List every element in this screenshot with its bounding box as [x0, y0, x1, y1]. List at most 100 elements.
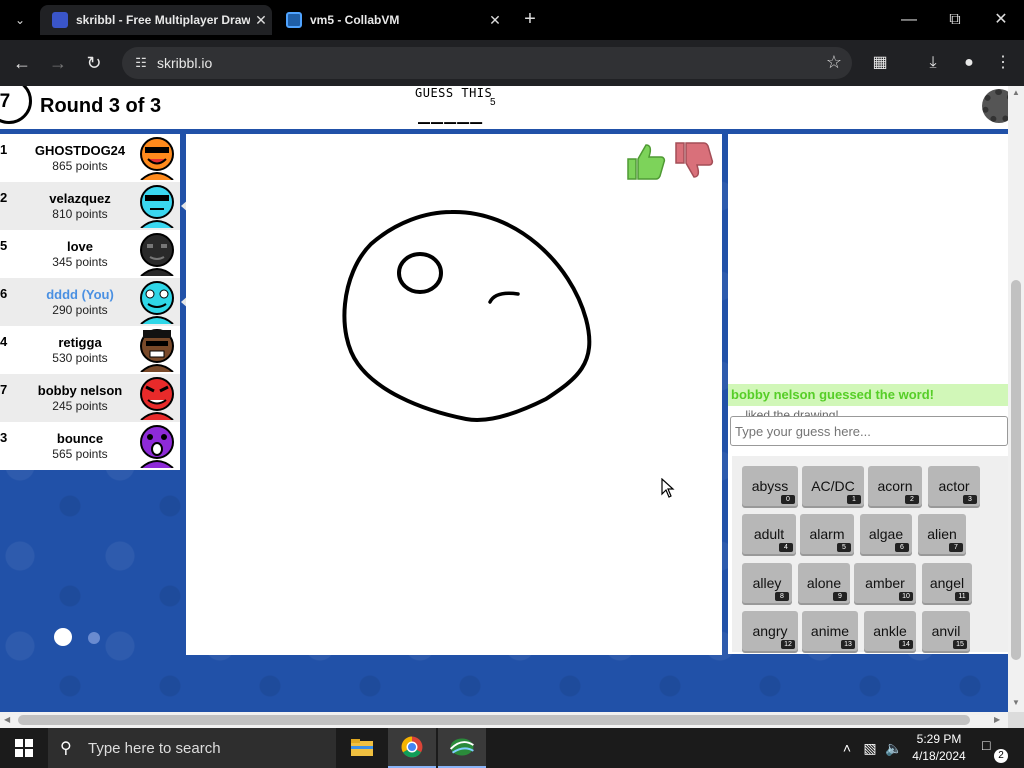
word-button[interactable]: actor 3 — [928, 466, 980, 506]
player-row[interactable]: 3 bounce 565 points — [0, 422, 180, 470]
player-name: retigga — [58, 335, 102, 350]
thumbs-up-icon[interactable] — [624, 139, 668, 183]
player-points: 865 points — [52, 159, 108, 173]
word-button[interactable]: ankle 14 — [864, 611, 916, 651]
back-button[interactable]: ← — [9, 50, 35, 76]
restore-button[interactable]: ⧉ — [932, 6, 978, 34]
word-button[interactable]: angel 11 — [922, 563, 972, 603]
file-explorer-icon[interactable] — [338, 728, 386, 768]
tab-collabvm[interactable]: vm5 - CollabVM ✕ — [274, 5, 506, 35]
word-button[interactable]: alone 9 — [798, 563, 850, 603]
player-name: love — [66, 239, 93, 254]
word-label: AC/DC — [811, 478, 855, 494]
tab-search-button[interactable]: ⌄ — [8, 8, 32, 32]
player-rank: 2 — [0, 190, 8, 205]
player-name: dddd (You) — [46, 287, 114, 302]
word-index: 14 — [899, 640, 913, 649]
scrollbar-thumb[interactable] — [18, 715, 970, 725]
player-row[interactable]: 4 retigga 530 points — [0, 326, 180, 374]
word-button[interactable]: algae 6 — [860, 514, 912, 554]
drawing — [342, 209, 592, 422]
close-tab-icon[interactable]: ✕ — [250, 12, 272, 29]
scroll-right-arrow-icon[interactable]: ▶ — [994, 715, 1000, 724]
word-button[interactable]: angry 12 — [742, 611, 798, 651]
word-button[interactable]: alarm 5 — [800, 514, 854, 554]
word-button[interactable]: anime 13 — [802, 611, 858, 651]
minimize-button[interactable]: — — [886, 6, 932, 34]
network-icon[interactable]: ▧ — [860, 728, 880, 768]
drawing-canvas[interactable] — [186, 134, 722, 655]
windows-taskbar: ⚲ Type here to search ˄ ▧ 🔈 5:29 PM 4/18… — [0, 728, 1024, 768]
download-icon[interactable]: ⤓ — [922, 52, 944, 74]
network-app-icon[interactable] — [438, 728, 486, 768]
word-label: anime — [810, 623, 850, 639]
avatar — [140, 281, 174, 324]
word-label: adult — [753, 526, 785, 542]
windows-icon[interactable] — [0, 728, 48, 768]
extensions-icon[interactable]: ▦ — [869, 52, 891, 74]
tray-expand-icon[interactable]: ˄ — [838, 728, 856, 768]
page-viewport: 57 Round 3 of 3 GUESS THIS _____ 5 1 GHO… — [0, 86, 1008, 712]
profile-icon[interactable]: ● — [958, 52, 980, 74]
chrome-icon[interactable] — [388, 728, 436, 768]
avatar — [140, 233, 174, 276]
word-button[interactable]: adult 4 — [742, 514, 796, 554]
scrollbar-thumb[interactable] — [1011, 280, 1021, 660]
site-settings-icon[interactable]: ☷ — [132, 54, 150, 72]
word-index: 7 — [949, 543, 963, 552]
player-row[interactable]: 2 velazquez 810 points — [0, 182, 180, 230]
player-name: velazquez — [49, 191, 111, 206]
forward-button[interactable]: → — [45, 50, 71, 76]
player-row[interactable]: 7 bobby nelson 245 points — [0, 374, 180, 422]
player-points: 565 points — [52, 447, 108, 461]
close-tab-icon[interactable]: ✕ — [484, 12, 506, 29]
scroll-up-arrow-icon[interactable]: ▲ — [1011, 88, 1021, 97]
tab-title: vm5 - CollabVM — [310, 13, 400, 27]
player-name: bobby nelson — [37, 383, 123, 398]
scroll-left-arrow-icon[interactable]: ◀ — [4, 715, 10, 724]
player-row[interactable]: 5 love 345 points — [0, 230, 180, 278]
player-row-self[interactable]: 6 dddd (You) 290 points — [0, 278, 180, 326]
close-window-button[interactable]: ✕ — [978, 6, 1024, 34]
word-suggestions: abyss 0 AC/DC 1 acorn 2 actor 3 adult 4 alarm… — [732, 456, 1008, 652]
chat-message-correct: bobby nelson guessed the word! — [728, 384, 1008, 406]
game-header: 57 Round 3 of 3 GUESS THIS _____ 5 — [0, 86, 1008, 129]
vertical-scrollbar[interactable]: ▲ ▼ — [1008, 86, 1024, 712]
scroll-down-arrow-icon[interactable]: ▼ — [1011, 698, 1021, 707]
player-row[interactable]: 1 GHOSTDOG24 865 points — [0, 134, 180, 182]
word-index: 2 — [905, 495, 919, 504]
collabvm-favicon-icon — [286, 12, 302, 28]
horizontal-scrollbar[interactable]: ◀ ▶ — [0, 712, 1008, 728]
new-tab-button[interactable]: + — [518, 8, 542, 32]
word-button[interactable]: abyss 0 — [742, 466, 798, 506]
player-points: 530 points — [52, 351, 108, 365]
word-button[interactable]: amber 10 — [854, 563, 916, 603]
word-label: alarm — [809, 526, 845, 542]
taskbar-search[interactable]: ⚲ Type here to search — [48, 728, 336, 768]
player-rank: 7 — [0, 382, 8, 397]
thumbs-down-icon[interactable] — [672, 139, 716, 183]
word-button[interactable]: alien 7 — [918, 514, 966, 554]
word-button[interactable]: acorn 2 — [868, 466, 922, 506]
player-rank: 6 — [0, 286, 8, 301]
menu-icon[interactable]: ⋮ — [992, 52, 1014, 74]
tab-skribbl[interactable]: skribbl - Free Multiplayer Draw ✕ — [40, 5, 272, 35]
reload-button[interactable]: ↻ — [81, 50, 107, 76]
taskbar-clock[interactable]: 5:29 PM 4/18/2024 — [900, 731, 978, 765]
carousel-dot[interactable] — [88, 632, 100, 644]
guess-input[interactable] — [730, 416, 1008, 446]
star-icon[interactable]: ☆ — [826, 52, 842, 73]
settings-icon[interactable] — [982, 89, 1008, 123]
carousel-dot-active[interactable] — [54, 628, 72, 646]
word-index: 5 — [837, 543, 851, 552]
word-button[interactable]: alley 8 — [742, 563, 792, 603]
word-button[interactable]: AC/DC 1 — [802, 466, 864, 506]
word-label: ankle — [873, 623, 907, 639]
address-bar[interactable]: ☷ skribbl.io ☆ — [122, 47, 852, 79]
word-button[interactable]: anvil 15 — [922, 611, 970, 651]
chat-message: ... liked the drawing! — [732, 408, 839, 416]
notification-icon[interactable]: □ 2 — [982, 737, 1008, 763]
player-name: bounce — [56, 431, 104, 446]
chat-panel: bobby nelson guessed the word! ... liked… — [728, 134, 1008, 654]
player-points: 810 points — [52, 207, 108, 221]
